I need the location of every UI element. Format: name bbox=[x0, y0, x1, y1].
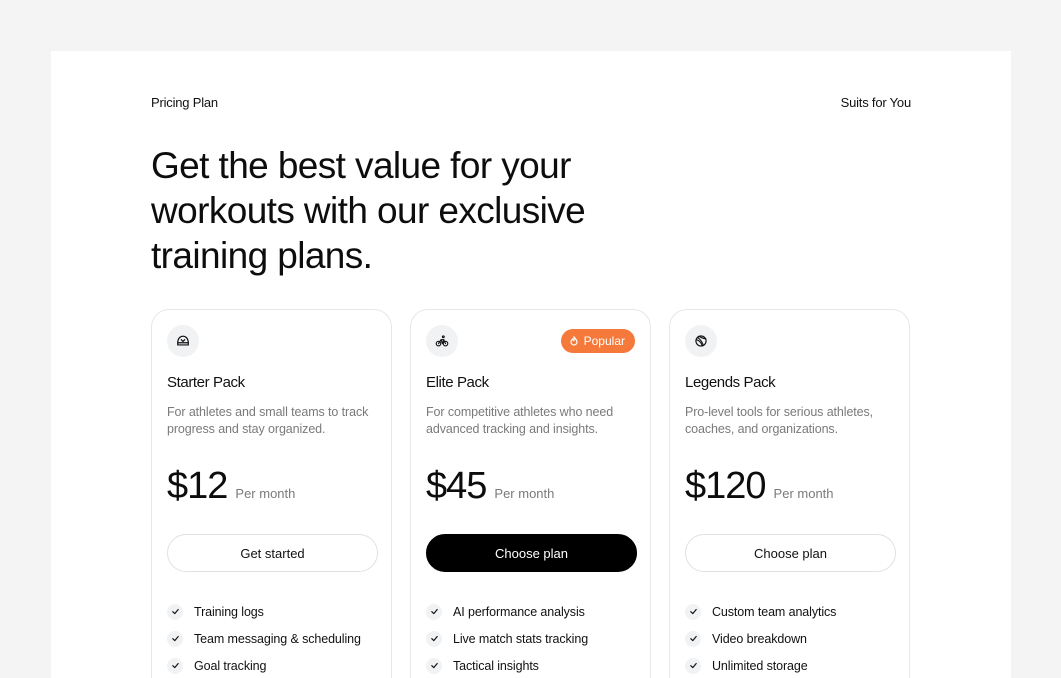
check-icon bbox=[426, 630, 442, 647]
check-icon bbox=[685, 603, 701, 620]
plan-card-elite: Popular Elite Pack For competitive athle… bbox=[410, 309, 651, 678]
plan-period: Per month bbox=[235, 486, 296, 501]
plan-price: $45 bbox=[426, 465, 487, 507]
flame-icon bbox=[570, 336, 578, 346]
plan-period: Per month bbox=[773, 486, 834, 501]
feature-item: Tactical insights bbox=[426, 652, 588, 678]
plan-card-starter: Starter Pack For athletes and small team… bbox=[151, 309, 392, 678]
check-icon bbox=[426, 603, 442, 620]
check-icon bbox=[426, 657, 442, 674]
pricing-section: Pricing Plan Suits for You Get the best … bbox=[51, 51, 1011, 678]
choose-plan-button[interactable]: Choose plan bbox=[685, 534, 896, 572]
feature-item: Goal tracking bbox=[167, 652, 361, 678]
plan-period: Per month bbox=[494, 486, 555, 501]
feature-list: Training logs Team messaging & schedulin… bbox=[167, 598, 361, 678]
basketball-icon bbox=[685, 325, 717, 357]
bicycle-icon bbox=[426, 325, 458, 357]
plan-description: For athletes and small teams to track pr… bbox=[167, 405, 369, 436]
feature-item: Training logs bbox=[167, 598, 361, 625]
plan-price: $120 bbox=[685, 465, 767, 507]
check-icon bbox=[685, 657, 701, 674]
plan-description: For competitive athletes who need advanc… bbox=[426, 405, 614, 436]
plan-title: Legends Pack bbox=[685, 374, 776, 391]
plan-title: Elite Pack bbox=[426, 374, 489, 391]
feature-item: Live match stats tracking bbox=[426, 625, 588, 652]
feature-item: Team messaging & scheduling bbox=[167, 625, 361, 652]
plan-cards: Starter Pack For athletes and small team… bbox=[151, 309, 911, 678]
plan-price-row: $120 Per month bbox=[685, 465, 834, 507]
plan-price: $12 bbox=[167, 465, 228, 507]
feature-item: Custom team analytics bbox=[685, 598, 836, 625]
feature-item: AI performance analysis bbox=[426, 598, 588, 625]
get-started-button[interactable]: Get started bbox=[167, 534, 378, 572]
feature-label: Custom team analytics bbox=[712, 604, 837, 619]
plan-description: Pro-level tools for serious athletes, co… bbox=[685, 405, 874, 436]
check-icon bbox=[167, 603, 183, 620]
feature-label: AI performance analysis bbox=[453, 604, 585, 619]
feature-item: Unlimited storage bbox=[685, 652, 836, 678]
feature-label: Live match stats tracking bbox=[453, 631, 589, 646]
feature-label: Training logs bbox=[194, 604, 264, 619]
choose-plan-button[interactable]: Choose plan bbox=[426, 534, 637, 572]
feature-list: AI performance analysis Live match stats… bbox=[426, 598, 588, 678]
check-icon bbox=[685, 630, 701, 647]
plan-title: Starter Pack bbox=[167, 374, 245, 391]
feature-item: Video breakdown bbox=[685, 625, 836, 652]
plan-price-row: $45 Per month bbox=[426, 465, 554, 507]
plan-price-row: $12 Per month bbox=[167, 465, 295, 507]
feature-label: Unlimited storage bbox=[712, 658, 808, 673]
plan-card-legends: Legends Pack Pro-level tools for serious… bbox=[669, 309, 910, 678]
feature-list: Custom team analytics Video breakdown Un… bbox=[685, 598, 836, 678]
badge-label: Popular bbox=[583, 334, 625, 348]
feature-label: Goal tracking bbox=[194, 658, 267, 673]
check-icon bbox=[167, 630, 183, 647]
popular-badge: Popular bbox=[560, 329, 635, 353]
section-eyebrow: Pricing Plan bbox=[151, 95, 218, 110]
check-icon bbox=[167, 657, 183, 674]
feature-label: Video breakdown bbox=[712, 631, 807, 646]
page-title: Get the best value for your workouts wit… bbox=[151, 145, 586, 276]
section-tagline: Suits for You bbox=[840, 95, 912, 110]
feature-label: Tactical insights bbox=[453, 658, 539, 673]
feature-label: Team messaging & scheduling bbox=[194, 631, 361, 646]
helmet-icon bbox=[167, 325, 199, 357]
